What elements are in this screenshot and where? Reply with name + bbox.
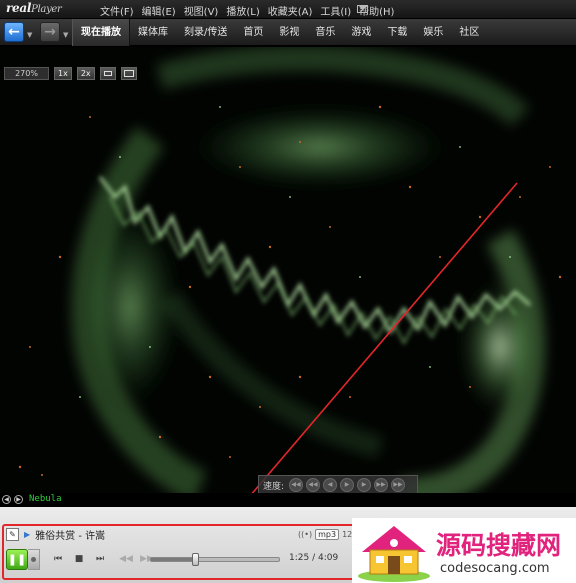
tab-entertainment[interactable]: 娱乐 [415,19,451,46]
tab-downloads[interactable]: 下载 [379,19,415,46]
zoom-level-field[interactable]: 270% [4,67,49,80]
stop-dropdown-button[interactable] [28,548,40,570]
speed-slow-button[interactable]: ◀ [323,478,338,492]
previous-track-button[interactable]: ⏮ [48,549,68,569]
fullscreen-icon [123,70,134,77]
visualization-strip: ◀ ▶ Nebula [0,493,576,507]
title-bar: realPlayer 文件(F) 编辑(E) 视图(V) 播放(L) 收藏夹(A… [0,0,576,19]
track-info-row: ✎ ▶ 雅俗共赏 - 许嵩 [6,526,105,542]
forward-dropdown-icon[interactable]: ▼ [63,31,68,39]
arrow-right-icon: → [44,24,56,40]
speed-faster-button[interactable]: ▶▶ [374,478,389,492]
nebula-visualization [0,47,576,493]
speed-normal-button[interactable]: ▶ [340,478,355,492]
stop-icon: ■ [74,554,84,564]
tab-movies[interactable]: 影视 [271,19,307,46]
seek-thumb[interactable] [191,553,199,566]
next-visualization-icon[interactable]: ▶ [14,495,23,504]
app-logo: realPlayer [6,1,62,15]
back-dropdown-icon[interactable]: ▼ [27,31,32,39]
tab-community[interactable]: 社区 [451,19,487,46]
seek-progress [151,558,195,561]
tab-home[interactable]: 首页 [235,19,271,46]
watermark-banner: 源码搜藏网 codesocang.com [352,518,576,583]
tab-music[interactable]: 音乐 [307,19,343,46]
menu-tools[interactable]: 工具(I) [320,3,351,18]
speed-fastest-button[interactable]: ▶▶ [391,478,406,492]
menu-bar: 文件(F) 编辑(E) 视图(V) 播放(L) 收藏夹(A) 工具(I) 帮助(… [100,3,394,18]
fit-window-button[interactable] [99,67,116,80]
arrow-left-icon: ← [8,24,20,40]
rewind-button[interactable]: ◀◀ [116,549,136,569]
transport-controls: ❚❚ ⏮ ■ ⏭ ◀◀ ▶▶ [6,548,157,570]
speed-slower-button[interactable]: ◀◀ [306,478,321,492]
window-icon [103,71,112,76]
next-track-button[interactable]: ⏭ [90,549,110,569]
pause-button[interactable]: ❚❚ [6,548,28,570]
time-display: 1:25 / 4:09 [289,553,339,563]
logo-sub-text: Player [31,4,62,15]
format-info: ((•) mp3 128 [298,529,357,540]
menu-favorites[interactable]: 收藏夹(A) [268,3,313,18]
watermark-url: codesocang.com [440,561,550,576]
nav-tabs: 现在播放 媒体库 刻录/传送 首页 影视 音乐 游戏 下载 娱乐 社区 [72,19,487,46]
visualization-name: Nebula [29,494,62,504]
dot-icon [31,556,36,562]
menu-play[interactable]: 播放(L) [226,3,259,18]
fullscreen-button[interactable] [120,67,137,80]
tab-games[interactable]: 游戏 [343,19,379,46]
house-logo-icon [358,526,430,582]
menu-edit[interactable]: 编辑(E) [142,3,176,18]
zoom-toolbar: 270% 1x 2x [4,65,137,82]
tab-now-playing[interactable]: 现在播放 [72,19,130,46]
forward-button[interactable]: → [40,22,60,42]
menu-file[interactable]: 文件(F) [100,3,134,18]
prev-visualization-icon[interactable]: ◀ [2,495,11,504]
edit-icon[interactable]: ✎ [6,527,19,541]
logo-main-text: real [6,1,32,15]
watermark-title: 源码搜藏网 [436,531,562,560]
zoom-2x-button[interactable]: 2x [76,67,95,80]
seek-bar[interactable] [150,553,280,566]
speed-label: 速度: [263,481,285,492]
menu-view[interactable]: 视图(V) [184,3,219,18]
tab-burn-transfer[interactable]: 刻录/传送 [176,19,235,46]
track-title: 雅俗共赏 - 许嵩 [35,530,106,542]
now-playing-icon: ▶ [24,529,31,539]
skip-back-icon: ⏮ [53,554,63,564]
pause-icon: ❚❚ [7,552,27,566]
skip-forward-icon: ⏭ [95,554,105,564]
nav-bar: ← ▼ → ▼ 现在播放 媒体库 刻录/传送 首页 影视 音乐 游戏 下载 娱乐… [0,19,576,46]
mail-icon[interactable] [357,5,368,13]
format-badge: mp3 [315,529,340,540]
speed-fast-button[interactable]: ▶ [357,478,372,492]
speed-control: 速度: ◀◀ ◀◀ ◀ ▶ ▶ ▶▶ ▶▶ [258,475,418,493]
tab-library[interactable]: 媒体库 [130,19,176,46]
back-button[interactable]: ← [4,22,24,42]
rewind-icon: ◀◀ [119,554,133,564]
audio-wave-icon: ((•) [298,530,313,539]
zoom-1x-button[interactable]: 1x [54,67,72,80]
video-area[interactable]: 270% 1x 2x 速度: ◀◀ ◀◀ ◀ ▶ ▶ ▶▶ ▶▶ [0,47,576,493]
speed-slowest-button[interactable]: ◀◀ [289,478,304,492]
stop-button[interactable]: ■ [69,549,89,569]
